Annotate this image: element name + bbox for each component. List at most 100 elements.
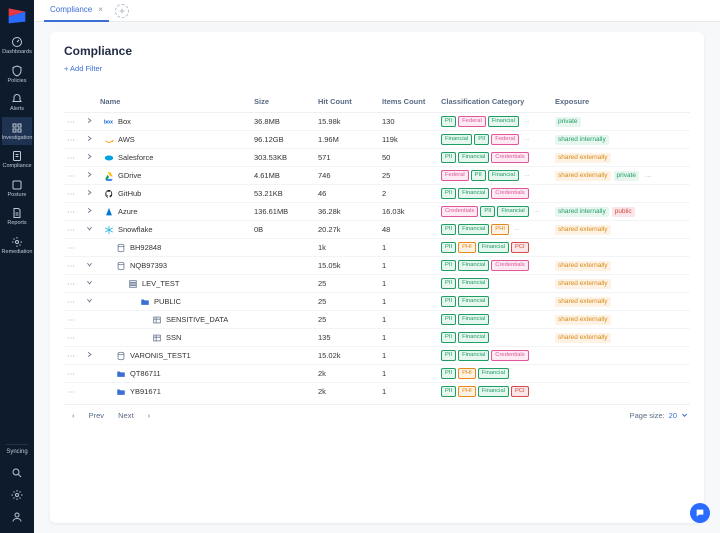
more-icon[interactable]: … bbox=[521, 117, 533, 126]
more-icon[interactable]: … bbox=[511, 225, 523, 234]
page-title: Compliance bbox=[64, 44, 690, 58]
table-row[interactable]: ⋯GDrive4.61MB74625FederalPIIFinancial…sh… bbox=[64, 167, 690, 185]
cell-size: 136.61MB bbox=[254, 207, 314, 216]
cell-hit: 1k bbox=[318, 243, 378, 252]
more-icon[interactable]: … bbox=[642, 171, 655, 181]
cell-classification: CredentialsPIIFinancial… bbox=[441, 206, 551, 217]
cell-exposure: shared externally bbox=[555, 153, 675, 163]
table-row[interactable]: ⋯BH928481k1PIIPHIFinancialPCI bbox=[64, 239, 690, 257]
row-menu-icon[interactable]: ⋯ bbox=[64, 279, 78, 288]
page-size-label: Page size: bbox=[630, 411, 665, 420]
search-icon[interactable] bbox=[11, 463, 23, 485]
content-card: Compliance + Add Filter Name Size Hit Co… bbox=[50, 32, 704, 523]
row-menu-icon[interactable]: ⋯ bbox=[64, 387, 78, 396]
cell-hit: 15.05k bbox=[318, 261, 378, 270]
exposure-badge: shared externally bbox=[555, 315, 611, 325]
sidebar-item-investigation[interactable]: Investigation bbox=[2, 117, 33, 146]
table-row[interactable]: ⋯PUBLIC251PIIFinancialshared externally bbox=[64, 293, 690, 311]
table-row[interactable]: ⋯NQB9739315.05k1PIIFinancialCredentialss… bbox=[64, 257, 690, 275]
more-icon[interactable]: … bbox=[531, 207, 543, 216]
expand-icon[interactable] bbox=[82, 171, 96, 180]
expand-icon[interactable] bbox=[82, 297, 96, 306]
row-menu-icon[interactable]: ⋯ bbox=[64, 225, 78, 234]
row-menu-icon[interactable]: ⋯ bbox=[64, 207, 78, 216]
close-icon[interactable]: × bbox=[98, 5, 103, 14]
sidebar-item-label: Investigation bbox=[2, 136, 33, 142]
row-menu-icon[interactable]: ⋯ bbox=[64, 369, 78, 378]
page-size-value[interactable]: 20 bbox=[669, 411, 677, 420]
cell-items: 16.03k bbox=[382, 207, 437, 216]
row-menu-icon[interactable]: ⋯ bbox=[64, 171, 78, 180]
classification-badge: PII bbox=[441, 368, 456, 379]
expand-icon[interactable] bbox=[82, 279, 96, 288]
tab-compliance[interactable]: Compliance × bbox=[44, 0, 109, 22]
prev-button[interactable]: Prev bbox=[89, 411, 104, 420]
row-menu-icon[interactable]: ⋯ bbox=[64, 117, 78, 126]
table-row[interactable]: ⋯Snowflake0B20.27k48PIIFinancialPHI…shar… bbox=[64, 221, 690, 239]
add-filter-button[interactable]: + Add Filter bbox=[64, 64, 690, 73]
classification-badge: Federal bbox=[491, 134, 519, 145]
more-icon[interactable]: … bbox=[521, 171, 533, 180]
classification-badge: PII bbox=[441, 242, 456, 253]
expand-icon[interactable] bbox=[82, 189, 96, 198]
classification-badge: PII bbox=[474, 134, 489, 145]
table-row[interactable]: ⋯SSN1351PIIFinancialshared externally bbox=[64, 329, 690, 347]
table-row[interactable]: ⋯QT867112k1PIIPHIFinancial bbox=[64, 365, 690, 383]
table-row[interactable]: ⋯AWS96.12GB1.96M119kFinancialPIIFederal…… bbox=[64, 131, 690, 149]
classification-badge: PII bbox=[441, 332, 456, 343]
expand-icon[interactable] bbox=[82, 153, 96, 162]
cell-hit: 15.02k bbox=[318, 351, 378, 360]
cell-exposure: private bbox=[555, 117, 675, 127]
sidebar-item-reports[interactable]: Reports bbox=[2, 202, 33, 231]
settings-icon[interactable] bbox=[11, 485, 23, 507]
sidebar-item-alerts[interactable]: Alerts bbox=[2, 88, 33, 117]
sidebar-item-dashboards[interactable]: Dashboards bbox=[2, 31, 33, 60]
classification-badge: Financial bbox=[488, 116, 519, 127]
next-button[interactable]: Next bbox=[118, 411, 133, 420]
col-size: Size bbox=[254, 97, 314, 106]
row-menu-icon[interactable]: ⋯ bbox=[64, 135, 78, 144]
row-name: SSN bbox=[166, 333, 181, 342]
table-row[interactable]: ⋯VARONIS_TEST115.02k1PIIFinancialCredent… bbox=[64, 347, 690, 365]
row-name: Box bbox=[118, 117, 131, 126]
row-name: Azure bbox=[118, 207, 138, 216]
row-menu-icon[interactable]: ⋯ bbox=[64, 189, 78, 198]
more-icon[interactable]: … bbox=[521, 135, 533, 144]
expand-icon[interactable] bbox=[82, 117, 96, 126]
table-row[interactable]: ⋯SENSITIVE_DATA251PIIFinancialshared ext… bbox=[64, 311, 690, 329]
row-menu-icon[interactable]: ⋯ bbox=[64, 333, 78, 342]
classification-badge: PCI bbox=[511, 242, 529, 253]
classification-badge: PHI bbox=[458, 242, 476, 253]
chevron-down-icon[interactable] bbox=[681, 412, 688, 419]
sidebar-item-remediation[interactable]: Remediation bbox=[2, 231, 33, 260]
table-row[interactable]: ⋯Azure136.61MB36.28k16.03kCredentialsPII… bbox=[64, 203, 690, 221]
prev-arrow-icon[interactable]: ‹ bbox=[72, 411, 75, 420]
sidebar-item-policies[interactable]: Policies bbox=[2, 60, 33, 89]
row-menu-icon[interactable]: ⋯ bbox=[64, 243, 78, 252]
table-row[interactable]: ⋯GitHub53.21KB462PIIFinancialCredentials bbox=[64, 185, 690, 203]
row-menu-icon[interactable]: ⋯ bbox=[64, 297, 78, 306]
expand-icon[interactable] bbox=[82, 225, 96, 234]
table-row[interactable]: ⋯LEV_TEST251PIIFinancialshared externall… bbox=[64, 275, 690, 293]
row-name: NQB97393 bbox=[130, 261, 167, 270]
row-name: GitHub bbox=[118, 189, 141, 198]
row-menu-icon[interactable]: ⋯ bbox=[64, 351, 78, 360]
user-icon[interactable] bbox=[11, 507, 23, 529]
expand-icon[interactable] bbox=[82, 135, 96, 144]
table-row[interactable]: ⋯YB916712k1PIIPHIFinancialPCI bbox=[64, 383, 690, 400]
expand-icon[interactable] bbox=[82, 351, 96, 360]
row-menu-icon[interactable]: ⋯ bbox=[64, 153, 78, 162]
expand-icon[interactable] bbox=[82, 207, 96, 216]
sidebar-item-compliance[interactable]: Compliance bbox=[2, 145, 33, 174]
table-row[interactable]: ⋯Salesforce303.53KB57150PIIFinancialCred… bbox=[64, 149, 690, 167]
cell-size: 36.8MB bbox=[254, 117, 314, 126]
expand-icon[interactable] bbox=[82, 261, 96, 270]
row-menu-icon[interactable]: ⋯ bbox=[64, 261, 78, 270]
next-arrow-icon[interactable]: › bbox=[148, 411, 151, 420]
chat-fab[interactable] bbox=[690, 503, 710, 523]
row-menu-icon[interactable]: ⋯ bbox=[64, 315, 78, 324]
table-row[interactable]: ⋯boxBox36.8MB15.98k130PIIFederalFinancia… bbox=[64, 113, 690, 131]
cell-items: 1 bbox=[382, 243, 437, 252]
sidebar-item-posture[interactable]: Posture bbox=[2, 174, 33, 203]
new-tab-button[interactable] bbox=[115, 4, 129, 18]
